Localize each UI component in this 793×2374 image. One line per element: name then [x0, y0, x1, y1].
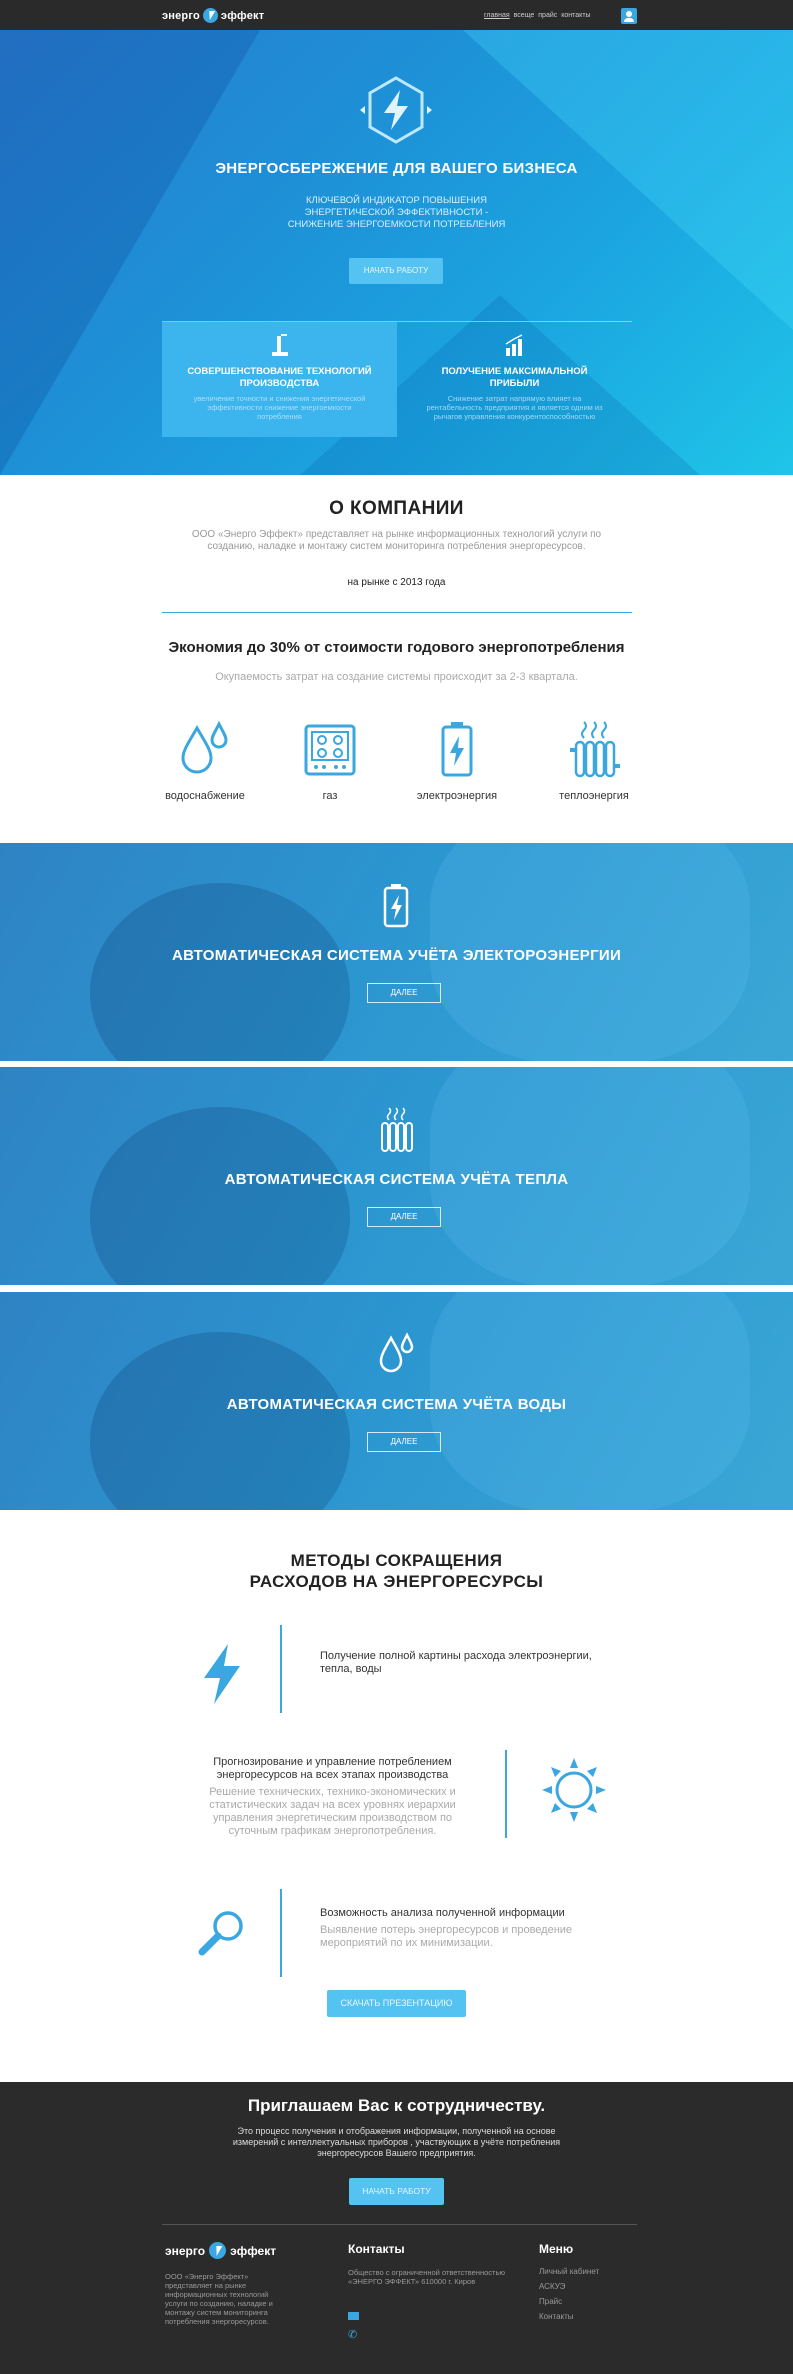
magnifier-icon: [198, 1911, 243, 1956]
lightning-icon: [202, 8, 218, 23]
top-nav: главная всеще прайс контакты: [484, 12, 591, 19]
method-item: Возможность анализа полученной информаци…: [320, 1907, 620, 1950]
footer-logo[interactable]: энерго эффект: [165, 2242, 276, 2259]
contacts-text: Общество с ограниченной ответственностью…: [348, 2268, 505, 2286]
methods-title-line: РАСХОДОВ НА ЭНЕРГОРЕСУРСЫ: [249, 1572, 544, 1591]
phone-icon[interactable]: ✆: [348, 2330, 359, 2341]
methods-title: МЕТОДЫ СОКРАЩЕНИЯ РАСХОДОВ НА ЭНЕРГОРЕСУ…: [0, 1550, 793, 1592]
contacts-title: Контакты: [348, 2242, 405, 2256]
more-button[interactable]: ДАЛЕЕ: [367, 1432, 441, 1452]
menu-title: Меню: [539, 2242, 574, 2256]
nav-home[interactable]: главная: [484, 12, 510, 19]
factory-icon: [272, 334, 288, 356]
battery-icon: [383, 884, 409, 928]
about-title: О КОМПАНИИ: [329, 498, 464, 519]
radiator-icon: [381, 1107, 413, 1152]
resource-heat: теплоэнергия: [534, 720, 654, 802]
resource-water: водоснабжение: [145, 720, 265, 802]
resource-label: электроэнергия: [416, 790, 498, 802]
background-shade: [90, 1332, 350, 1510]
footer-menu-askue[interactable]: АСКУЭ: [539, 2282, 599, 2291]
radiator-icon: [570, 721, 620, 778]
resource-gas: газ: [270, 720, 390, 802]
divider: [162, 2224, 637, 2225]
feature-card-profit: ПОЛУЧЕНИЕ МАКСИМАЛЬНОЙ ПРИБЫЛИ Снижение …: [397, 322, 632, 437]
battery-icon: [441, 722, 473, 777]
resource-label: водоснабжение: [165, 790, 245, 802]
method-item: Получение полной картины расхода электро…: [320, 1650, 620, 1676]
footer-about: ООО «Энерго Эффект» представляет на рынк…: [165, 2272, 273, 2326]
lightning-icon: [209, 2242, 227, 2259]
logo-right-text: эффект: [220, 9, 265, 22]
divider: [162, 612, 632, 613]
hexagon-lightning-icon: [360, 76, 432, 144]
nav-all[interactable]: всеще: [514, 12, 535, 19]
resource-label: теплоэнергия: [559, 790, 629, 802]
resource-label: газ: [322, 790, 338, 802]
nav-contacts[interactable]: контакты: [561, 12, 590, 19]
method-heading: Прогнозирование и управление потребление…: [213, 1756, 452, 1781]
resource-electricity: электроэнергия: [397, 720, 517, 802]
lightning-icon: [204, 1644, 240, 1704]
mail-icon[interactable]: [348, 2312, 359, 2320]
method-divider: [280, 1625, 282, 1713]
system-heat: АВТОМАТИЧЕСКАЯ СИСТЕМА УЧЁТА ТЕПЛА ДАЛЕЕ: [0, 1067, 793, 1285]
system-title: АВТОМАТИЧЕСКАЯ СИСТЕМА УЧЁТА ЭЛЕКТОРОЭНЕ…: [171, 947, 622, 964]
system-water: АВТОМАТИЧЕСКАЯ СИСТЕМА УЧЁТА ВОДЫ ДАЛЕЕ: [0, 1292, 793, 1510]
methods-title-line: МЕТОДЫ СОКРАЩЕНИЯ: [290, 1551, 503, 1570]
background-shade: [90, 883, 350, 1061]
logo-left-text: энерго: [162, 9, 200, 22]
logo-right-text: эффект: [230, 2243, 277, 2258]
hero-subtitle-line: КЛЮЧЕВОЙ ИНДИКАТОР ПОВЫШЕНИЯ: [306, 195, 487, 206]
gas-stove-icon: [304, 724, 356, 776]
about-since: на рынке с 2013 года: [347, 577, 446, 588]
hero-title: ЭНЕРГОСБЕРЕЖЕНИЕ ДЛЯ ВАШЕГО БИЗНЕСА: [215, 160, 578, 177]
cooperation-title: Приглашаем Вас к сотрудничеству.: [247, 2096, 546, 2115]
footer-menu-contacts[interactable]: Контакты: [539, 2312, 599, 2321]
feature-card-technology: СОВЕРШЕНСТВОВАНИЕ ТЕХНОЛОГИЙ ПРОИЗВОДСТВ…: [162, 322, 397, 437]
more-button[interactable]: ДАЛЕЕ: [367, 1207, 441, 1227]
hero-facet: [463, 30, 793, 330]
hero-subtitle: КЛЮЧЕВОЙ ИНДИКАТОР ПОВЫШЕНИЯ ЭНЕРГЕТИЧЕС…: [260, 195, 533, 231]
start-work-button[interactable]: НАЧАТЬ РАБОТУ: [349, 258, 443, 284]
footer-menu-cabinet[interactable]: Личный кабинет: [539, 2267, 599, 2276]
cooperation-text: Это процесс получения и отображения инфо…: [232, 2126, 561, 2158]
saving-text: Окупаемость затрат на создание системы п…: [215, 671, 578, 683]
start-work-button[interactable]: НАЧАТЬ РАБОТУ: [349, 2178, 444, 2205]
sun-icon: [542, 1758, 606, 1822]
system-title: АВТОМАТИЧЕСКАЯ СИСТЕМА УЧЁТА ТЕПЛА: [224, 1171, 569, 1188]
background-shade: [90, 1107, 350, 1285]
about-text: ООО «Энерго Эффект» представляет на рынк…: [191, 529, 602, 552]
method-item: Прогнозирование и управление потребление…: [200, 1756, 465, 1838]
hero-subtitle-line: ЭНЕРГЕТИЧЕСКОЙ ЭФФЕКТИВНОСТИ -: [304, 207, 489, 218]
footer: Приглашаем Вас к сотрудничеству. Это про…: [0, 2082, 793, 2374]
hero-subtitle-line: СНИЖЕНИЕ ЭНЕРГОЕМКОСТИ ПОТРЕБЛЕНИЯ: [287, 219, 506, 230]
method-heading: Получение полной картины расхода электро…: [320, 1650, 592, 1675]
feature-card-text: увеличение точности и снижения энергетич…: [193, 394, 366, 421]
system-title: АВТОМАТИЧЕСКАЯ СИСТЕМА УЧЁТА ВОДЫ: [226, 1396, 567, 1413]
user-icon[interactable]: [621, 8, 637, 24]
hero-section: ЭНЕРГОСБЕРЕЖЕНИЕ ДЛЯ ВАШЕГО БИЗНЕСА КЛЮЧ…: [0, 30, 793, 475]
feature-card-text: Снижение затрат напрямую влияет на рента…: [426, 394, 603, 421]
more-button[interactable]: ДАЛЕЕ: [367, 983, 441, 1003]
logo[interactable]: энерго эффект: [162, 8, 264, 23]
water-drops-icon: [379, 1332, 414, 1373]
method-description: Выявление потерь энергоресурсов и провед…: [320, 1924, 573, 1949]
logo-left-text: энерго: [165, 2243, 206, 2258]
water-drops-icon: [181, 720, 228, 774]
method-divider: [280, 1889, 282, 1977]
saving-title: Экономия до 30% от стоимости годового эн…: [168, 639, 625, 656]
download-presentation-button[interactable]: СКАЧАТЬ ПРЕЗЕНТАЦИЮ: [327, 1990, 466, 2017]
feature-card-title: СОВЕРШЕНСТВОВАНИЕ ТЕХНОЛОГИЙ ПРОИЗВОДСТВ…: [187, 366, 372, 389]
footer-menu-price[interactable]: Прайс: [539, 2297, 599, 2306]
top-bar: энерго эффект главная всеще прайс контак…: [0, 0, 793, 30]
footer-menu: Личный кабинет АСКУЭ Прайс Контакты: [539, 2267, 599, 2321]
method-description: Решение технических, технико-экономическ…: [209, 1786, 456, 1837]
system-electricity: АВТОМАТИЧЕСКАЯ СИСТЕМА УЧЁТА ЭЛЕКТОРОЭНЕ…: [0, 843, 793, 1061]
nav-price[interactable]: прайс: [538, 12, 557, 19]
method-divider: [505, 1750, 507, 1838]
feature-card-title: ПОЛУЧЕНИЕ МАКСИМАЛЬНОЙ ПРИБЫЛИ: [441, 366, 588, 389]
bar-chart-icon: [505, 334, 523, 356]
method-heading: Возможность анализа полученной информаци…: [320, 1907, 565, 1919]
